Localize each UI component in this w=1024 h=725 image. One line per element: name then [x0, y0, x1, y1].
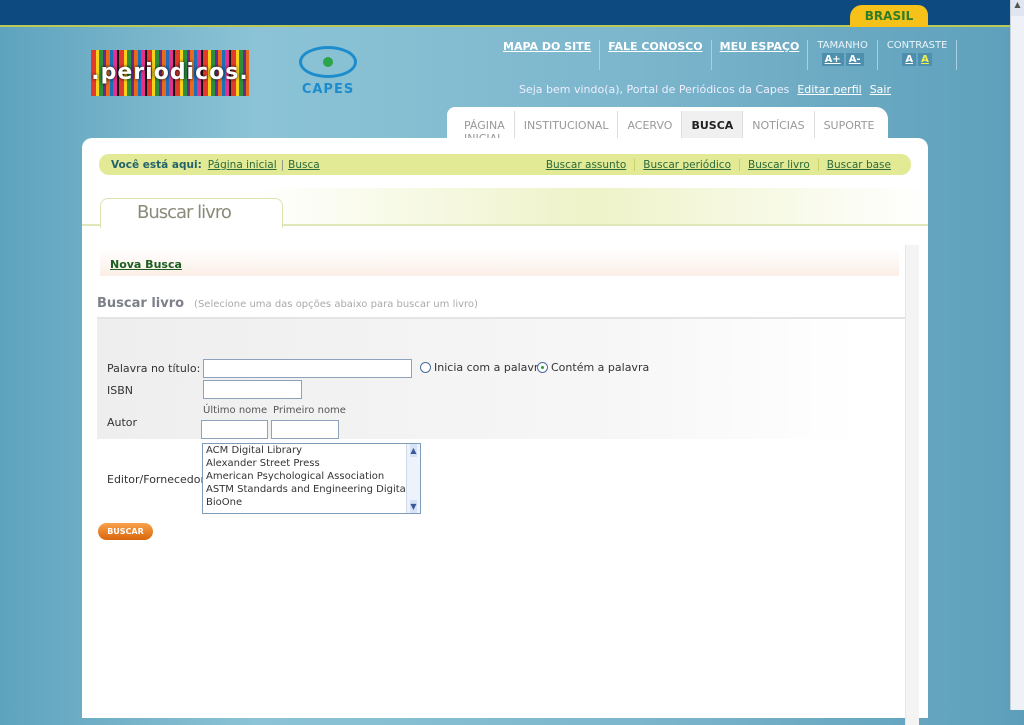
section-title: Buscar livro (Selecione uma das opções ab…	[97, 296, 478, 311]
radio-starts-label: Inicia com a palavra	[434, 361, 546, 374]
link-site-map[interactable]: MAPA DO SITE	[495, 40, 601, 70]
tab-search[interactable]: BUSCA	[682, 111, 744, 141]
tab-news[interactable]: NOTÍCIAS	[743, 111, 815, 141]
section-hint: (Selecione uma das opções abaixo para bu…	[194, 299, 478, 310]
link-search-database[interactable]: Buscar base	[817, 158, 899, 171]
font-size-control: TAMANHO A+ A-	[808, 40, 878, 70]
list-item[interactable]: Alexander Street Press	[203, 457, 406, 470]
link-search-journal[interactable]: Buscar periódico	[634, 158, 739, 171]
top-links: MAPA DO SITE FALE CONOSCO MEU ESPAÇO TAM…	[495, 40, 958, 70]
list-item[interactable]: ACM Digital Library	[203, 444, 406, 457]
contrast-control: CONTRASTE AA	[878, 40, 958, 70]
tab-support[interactable]: SUPORTE	[815, 111, 884, 141]
content-panel: Você está aqui: Página inicial | Busca B…	[82, 138, 928, 725]
content-scrollbar[interactable]	[905, 245, 919, 725]
radio-contains[interactable]: Contém a palavra	[537, 361, 649, 374]
breadcrumb-home[interactable]: Página inicial	[208, 159, 277, 171]
publisher-listbox[interactable]: ACM Digital Library Alexander Street Pre…	[202, 443, 421, 514]
main-nav: PÁGINA INICIAL INSTITUCIONAL ACERVO BUSC…	[447, 107, 888, 145]
radio-starts-with[interactable]: Inicia com a palavra	[420, 361, 545, 374]
isbn-input[interactable]	[203, 380, 302, 399]
author-label: Autor	[107, 416, 138, 429]
government-bar: BRASIL	[0, 0, 1010, 27]
brasil-link[interactable]: BRASIL	[850, 5, 928, 27]
list-item[interactable]: BioOne	[203, 496, 406, 509]
radio-checked-icon[interactable]	[537, 362, 548, 373]
welcome-bar: Seja bem vindo(a), Portal de Periódicos …	[519, 83, 891, 96]
radio-icon[interactable]	[420, 362, 431, 373]
font-size-label: TAMANHO	[817, 40, 868, 51]
last-name-label: Último nome	[203, 405, 268, 416]
isbn-label: ISBN	[107, 384, 134, 397]
font-increase-button[interactable]: A+	[821, 53, 844, 66]
search-button[interactable]: BUSCAR	[98, 523, 153, 540]
logout-link[interactable]: Sair	[870, 83, 891, 96]
list-item[interactable]: American Psychological Association	[203, 470, 406, 483]
title-label: Palavra no título:	[107, 362, 201, 375]
first-name-label: Primeiro nome	[273, 405, 346, 416]
breadcrumb: Você está aqui: Página inicial | Busca B…	[99, 154, 911, 175]
scroll-down-icon[interactable]: ▼	[410, 500, 417, 513]
title-input[interactable]	[203, 359, 412, 378]
quick-links: Buscar assunto Buscar periódico Buscar l…	[538, 158, 899, 171]
breadcrumb-search[interactable]: Busca	[288, 159, 320, 171]
section-title-text: Buscar livro	[97, 296, 185, 311]
link-search-subject[interactable]: Buscar assunto	[538, 159, 634, 171]
tab-collection[interactable]: ACERVO	[618, 111, 683, 141]
tab-institutional[interactable]: INSTITUCIONAL	[515, 111, 619, 141]
breadcrumb-label: Você está aqui:	[111, 158, 202, 171]
publisher-label: Editor/Fornecedor	[107, 473, 206, 486]
radio-contains-label: Contém a palavra	[551, 361, 650, 374]
contrast-label: CONTRASTE	[886, 40, 948, 51]
first-name-input[interactable]	[271, 420, 339, 439]
browser-scrollbar[interactable]: ▲	[1010, 0, 1024, 710]
edit-profile-link[interactable]: Editar perfil	[797, 83, 861, 96]
link-my-space[interactable]: MEU ESPAÇO	[712, 40, 809, 70]
scroll-up-icon[interactable]: ▲	[1011, 0, 1024, 16]
list-item[interactable]: ASTM Standards and Engineering Digital L…	[203, 483, 406, 496]
scroll-up-icon[interactable]: ▲	[410, 444, 417, 457]
link-search-book[interactable]: Buscar livro	[739, 158, 818, 171]
listbox-scrollbar[interactable]: ▲ ▼	[406, 444, 420, 513]
capes-eye-icon	[299, 46, 357, 78]
capes-logo[interactable]: CAPES	[295, 42, 361, 108]
contrast-high-button[interactable]: A	[918, 53, 932, 66]
periodicos-logo[interactable]: .periodicos.	[91, 50, 249, 96]
last-name-input[interactable]	[201, 420, 268, 439]
welcome-text: Seja bem vindo(a), Portal de Periódicos …	[518, 83, 790, 96]
link-contact[interactable]: FALE CONOSCO	[600, 40, 712, 70]
contrast-normal-button[interactable]: A	[902, 53, 917, 66]
page-tab-title: Buscar livro	[100, 198, 283, 228]
font-decrease-button[interactable]: A-	[845, 53, 864, 66]
breadcrumb-separator: |	[280, 158, 285, 171]
capes-logo-text: CAPES	[301, 82, 355, 97]
new-search-link[interactable]: Nova Busca	[110, 258, 182, 271]
tab-home[interactable]: PÁGINA INICIAL	[455, 111, 515, 145]
new-search-bar: Nova Busca	[100, 250, 899, 276]
